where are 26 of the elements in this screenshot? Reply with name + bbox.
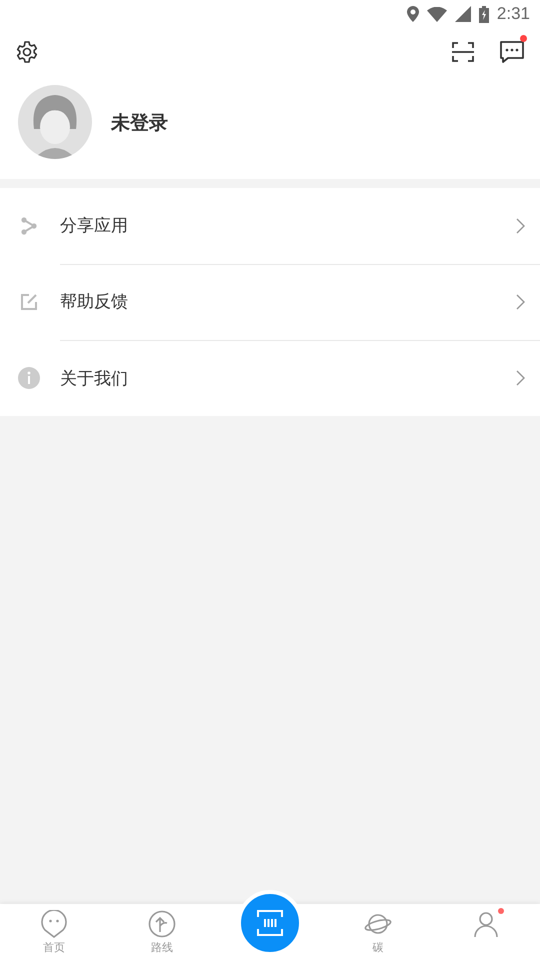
route-icon	[148, 910, 176, 938]
signal-icon	[454, 6, 471, 22]
scan-icon[interactable]	[451, 40, 475, 64]
person-icon	[472, 910, 500, 938]
avatar[interactable]	[18, 85, 92, 159]
location-icon	[406, 6, 419, 22]
info-icon	[18, 367, 40, 389]
chevron-right-icon	[516, 370, 525, 386]
login-status[interactable]: 未登录	[111, 110, 168, 136]
edit-icon	[20, 293, 38, 311]
menu-item[interactable]: 关于我们	[0, 340, 540, 416]
menu-label: 帮助反馈	[60, 291, 128, 313]
menu-item[interactable]: 帮助反馈	[0, 264, 540, 340]
settings-icon[interactable]	[15, 40, 39, 64]
chevron-right-icon	[516, 218, 525, 234]
barcode-frame-icon	[255, 908, 285, 938]
menu-label: 分享应用	[60, 215, 128, 237]
menu-item[interactable]: 分享应用	[0, 188, 540, 264]
status-time: 2:31	[496, 4, 530, 24]
pin-face-icon	[40, 910, 68, 938]
wifi-icon	[426, 6, 447, 22]
menu-label: 关于我们	[60, 368, 128, 390]
share-icon	[21, 217, 37, 235]
battery-icon	[478, 6, 489, 22]
chevron-right-icon	[516, 294, 525, 310]
message-icon[interactable]	[499, 39, 525, 65]
